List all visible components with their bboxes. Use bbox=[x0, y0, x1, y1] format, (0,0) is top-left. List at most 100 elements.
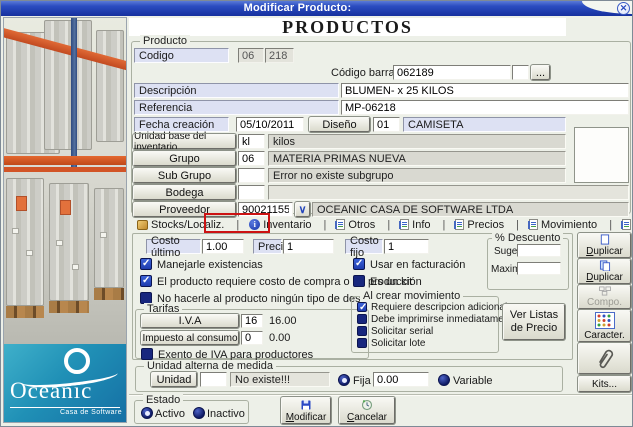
descuento-group-label: % Descuento bbox=[492, 232, 564, 244]
exento-iva-checkbox[interactable] bbox=[141, 348, 153, 360]
costo-fijo-label: Costo fijo bbox=[345, 235, 383, 259]
tab-label: Info bbox=[412, 218, 431, 231]
sugerir-field[interactable] bbox=[517, 244, 561, 257]
pallet-stack bbox=[94, 188, 124, 288]
kits-button[interactable]: Kits... bbox=[577, 375, 632, 393]
solicitar-serial-checkbox[interactable] bbox=[357, 326, 367, 336]
costo-ultimo-field[interactable] bbox=[202, 239, 244, 254]
attachments-button[interactable] bbox=[577, 342, 632, 375]
ver-listas-precio-button[interactable]: Ver Listas de Precio bbox=[502, 303, 566, 341]
codigo-barras-field[interactable] bbox=[393, 65, 511, 80]
duplicar-button-2[interactable]: Duplicar bbox=[577, 258, 632, 285]
tab-otros[interactable]: Otros bbox=[331, 219, 395, 231]
tab-interfaz[interactable]: Interfaz bbox=[617, 219, 632, 231]
unidad-button[interactable]: Unidad bbox=[150, 371, 198, 388]
bodega-field[interactable] bbox=[238, 185, 265, 200]
unidad-base-button-label: Unidad base del inventario bbox=[134, 130, 207, 153]
warehouse-photo bbox=[4, 18, 126, 344]
unidad-base-button[interactable]: Unidad base del inventario bbox=[132, 131, 237, 153]
maximo-field[interactable] bbox=[517, 262, 561, 275]
unidad-alterna-group-label: Unidad alterna de medida bbox=[144, 360, 276, 372]
orange-tag bbox=[16, 196, 27, 211]
pages-copy-icon bbox=[599, 260, 610, 271]
fecha-creacion-field[interactable] bbox=[236, 117, 304, 132]
iva-field[interactable] bbox=[241, 314, 263, 328]
tab-movimiento[interactable]: Movimiento bbox=[524, 219, 617, 231]
fija-label: Fija bbox=[353, 375, 371, 387]
modificar-producto-window: Modificar Producto: ✕ Oceanic Casa de So… bbox=[0, 0, 633, 427]
iva-button[interactable]: I.V.A bbox=[140, 313, 240, 329]
subgrupo-button[interactable]: Sub Grupo bbox=[132, 167, 237, 184]
bodega-desc bbox=[268, 185, 629, 200]
bodega-button[interactable]: Bodega bbox=[132, 184, 237, 201]
tab-label: Precios bbox=[467, 218, 505, 231]
fija-radio[interactable] bbox=[338, 374, 350, 386]
costo-ultimo-label: Costo último bbox=[146, 235, 201, 259]
costo-fijo-field[interactable] bbox=[384, 239, 429, 254]
tab-precios[interactable]: Precios bbox=[450, 219, 524, 231]
es-un-kit-checkbox[interactable] bbox=[353, 275, 365, 287]
precio-field[interactable] bbox=[283, 239, 334, 254]
estado-group-label: Estado bbox=[143, 394, 184, 406]
usar-facturacion-checkbox[interactable] bbox=[353, 258, 365, 270]
impuesto-field[interactable] bbox=[241, 331, 263, 345]
page-icon bbox=[454, 219, 465, 230]
manejarle-existencias-checkbox[interactable] bbox=[140, 258, 152, 270]
unidad-base-field[interactable] bbox=[238, 134, 265, 149]
stocks-icon bbox=[137, 219, 148, 230]
duplicar-button-1[interactable]: Duplicar bbox=[577, 232, 632, 259]
cancelar-label: Cancelar bbox=[346, 411, 388, 423]
caracter-label: Caracter. bbox=[584, 329, 625, 341]
variable-label: Variable bbox=[453, 375, 493, 387]
codigo-barras-extra-field[interactable] bbox=[512, 65, 529, 80]
solicitar-lote-checkbox[interactable] bbox=[357, 338, 367, 348]
codigo-barras-browse-button[interactable]: ... bbox=[530, 64, 551, 81]
unidad-field[interactable] bbox=[200, 372, 227, 387]
crear-movimiento-group-label: Al crear movimiento bbox=[360, 290, 464, 302]
pallet-stack bbox=[96, 30, 124, 142]
diseno-button-label: Diseño bbox=[322, 118, 357, 131]
es-un-kit-label: Es un kit bbox=[370, 276, 413, 288]
unidad-button-label: Unidad bbox=[156, 373, 192, 386]
inactivo-radio[interactable] bbox=[193, 407, 205, 419]
descripcion-field[interactable] bbox=[341, 83, 629, 98]
grupo-button[interactable]: Grupo bbox=[132, 150, 237, 167]
oceanic-logo: Oceanic Casa de Software bbox=[4, 344, 126, 422]
imprimirse-checkbox[interactable] bbox=[357, 314, 367, 324]
page-copy-icon bbox=[600, 234, 610, 245]
inactivo-label: Inactivo bbox=[207, 408, 245, 420]
requiere-costo-checkbox[interactable] bbox=[140, 275, 152, 287]
compo-label: Compo. bbox=[586, 297, 622, 308]
activo-label: Activo bbox=[155, 408, 185, 420]
tab-info[interactable]: Info bbox=[395, 219, 450, 231]
usar-facturacion-label: Usar en facturación bbox=[370, 259, 466, 271]
duplicar-label: Duplicar bbox=[586, 272, 623, 283]
diseno-button[interactable]: Diseño bbox=[308, 116, 371, 133]
modificar-button[interactable]: Modificar bbox=[280, 396, 332, 425]
descripcion-adicional-checkbox[interactable] bbox=[357, 302, 367, 313]
floppy-disk-icon bbox=[301, 400, 311, 409]
clock-icon bbox=[361, 399, 373, 410]
wood-pallet bbox=[49, 301, 89, 313]
caracter-button[interactable]: Caracter. bbox=[577, 309, 632, 343]
logo-text: Oceanic bbox=[10, 378, 93, 403]
solicitar-serial-label: Solicitar serial bbox=[371, 326, 434, 337]
precio-label: Precio bbox=[253, 239, 289, 254]
variable-radio[interactable] bbox=[438, 374, 450, 386]
grupo-field[interactable] bbox=[238, 151, 265, 166]
close-icon[interactable]: ✕ bbox=[617, 2, 630, 15]
cancelar-button[interactable]: Cancelar bbox=[338, 396, 396, 425]
imprimirse-label: Debe imprimirse inmediatamente bbox=[371, 314, 518, 325]
referencia-field[interactable] bbox=[341, 100, 629, 115]
wood-pallet bbox=[6, 306, 44, 318]
fija-field[interactable] bbox=[373, 372, 429, 387]
activo-radio[interactable] bbox=[141, 407, 153, 419]
kits-label: Kits... bbox=[591, 378, 617, 390]
subgrupo-button-label: Sub Grupo bbox=[157, 169, 212, 182]
impuesto-button[interactable]: Impuesto al consumo bbox=[140, 330, 240, 346]
diseno-field[interactable] bbox=[373, 117, 400, 132]
logo-subtext: Casa de Software bbox=[59, 409, 122, 416]
grupo-button-label: Grupo bbox=[169, 152, 200, 165]
subgrupo-field[interactable] bbox=[238, 168, 265, 183]
proveedor-lookup-icon[interactable]: ∨ bbox=[294, 201, 311, 218]
